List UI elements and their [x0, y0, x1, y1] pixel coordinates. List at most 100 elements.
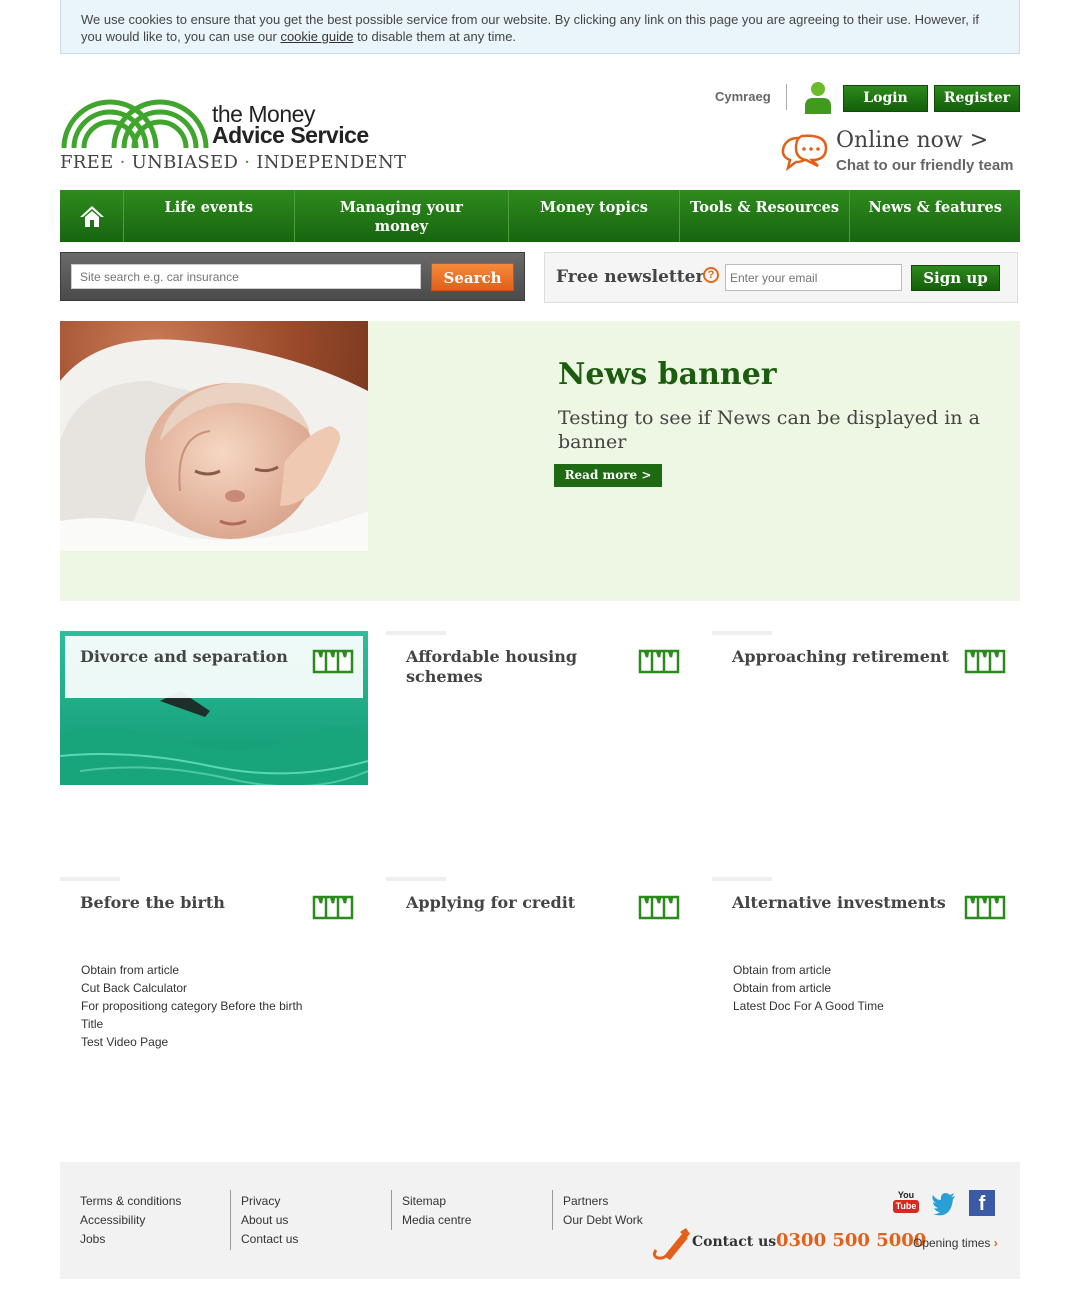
footer-link-contact[interactable]: Contact us: [241, 1230, 298, 1249]
banner-title: News banner: [558, 357, 777, 392]
footer-divider: [230, 1190, 231, 1250]
phone-number[interactable]: 0300 500 5000: [776, 1230, 926, 1251]
nav-money-topics[interactable]: Money topics: [509, 190, 680, 242]
footer-link-sitemap[interactable]: Sitemap: [402, 1192, 471, 1211]
cookie-text-before: We use cookies to ensure that you get th…: [81, 12, 979, 44]
search-button[interactable]: Search: [431, 263, 514, 291]
footer-col-2: Privacy About us Contact us: [241, 1192, 298, 1249]
footer-link-accessibility[interactable]: Accessibility: [80, 1211, 181, 1230]
search-input[interactable]: [71, 264, 421, 289]
footer-link-partners[interactable]: Partners: [563, 1192, 643, 1211]
documents-icon: [638, 649, 680, 674]
brand-name: the Money Advice Service: [212, 103, 369, 148]
documents-icon: [638, 895, 680, 920]
tile-topbar: [386, 877, 446, 881]
tile-divorce[interactable]: Divorce and separation: [60, 631, 368, 785]
tile-link[interactable]: Cut Back Calculator: [81, 979, 302, 997]
language-link[interactable]: Cymraeg: [715, 89, 771, 104]
tile-title[interactable]: Divorce and separation: [80, 647, 300, 667]
rainbow-logo-icon: [61, 99, 209, 149]
search-box: Search: [60, 252, 525, 301]
nav-managing-your-money[interactable]: Managing your money: [295, 190, 510, 242]
register-button[interactable]: Register: [934, 85, 1020, 112]
tile-applying-for-credit[interactable]: Applying for credit: [386, 877, 694, 1057]
news-banner: News banner Testing to see if News can b…: [60, 321, 1020, 601]
footer-col-3: Sitemap Media centre: [402, 1192, 471, 1230]
tagline-dot: ·: [119, 152, 126, 173]
opening-times-label: Opening times: [913, 1236, 991, 1250]
footer-link-jobs[interactable]: Jobs: [80, 1230, 181, 1249]
tile-link[interactable]: Obtain from article: [81, 961, 302, 979]
main-nav: Life events Managing your money Money to…: [60, 190, 1020, 242]
site-logo[interactable]: the Money Advice Service FREE · UNBIASED…: [60, 96, 406, 176]
nav-news-features[interactable]: News & features: [850, 190, 1020, 242]
nav-tools-resources[interactable]: Tools & Resources: [680, 190, 851, 242]
documents-icon: [312, 895, 354, 920]
tile-title[interactable]: Applying for credit: [406, 893, 626, 913]
footer-col-4: Partners Our Debt Work: [563, 1192, 643, 1230]
tile-topbar: [712, 631, 772, 635]
tagline-independent: INDEPENDENT: [256, 152, 407, 173]
tile-title[interactable]: Affordable housing schemes: [406, 647, 626, 687]
twitter-icon[interactable]: [931, 1190, 957, 1216]
chevron-right-icon: ›: [993, 1236, 998, 1250]
footer-link-media[interactable]: Media centre: [402, 1211, 471, 1230]
footer-link-debt-work[interactable]: Our Debt Work: [563, 1211, 643, 1230]
tagline: FREE · UNBIASED · INDEPENDENT: [60, 152, 406, 173]
tagline-dot: ·: [244, 152, 251, 173]
signup-button[interactable]: Sign up: [911, 265, 1000, 291]
tile-before-the-birth[interactable]: Before the birth Obtain from article Cut…: [60, 877, 368, 1057]
read-more-button[interactable]: Read more >: [554, 464, 662, 487]
footer-link-terms[interactable]: Terms & conditions: [80, 1192, 181, 1211]
youtube-tube-text: Tube: [893, 1200, 919, 1213]
banner-photo: [60, 321, 368, 551]
tile-link[interactable]: Obtain from article: [733, 961, 884, 979]
facebook-icon[interactable]: f: [969, 1190, 995, 1216]
nav-home[interactable]: [60, 190, 124, 242]
cookie-notice: We use cookies to ensure that you get th…: [60, 0, 1020, 54]
user-icon: [805, 82, 831, 114]
home-icon: [79, 206, 104, 227]
newsletter-email-input[interactable]: [725, 264, 902, 291]
youtube-icon[interactable]: You Tube: [893, 1190, 919, 1216]
nav-life-events[interactable]: Life events: [124, 190, 295, 242]
baby-image: [60, 321, 368, 551]
tagline-free: FREE: [60, 152, 114, 173]
cookie-guide-link[interactable]: cookie guide: [280, 29, 353, 44]
brand-line-2: Advice Service: [212, 122, 369, 148]
tagline-unbiased: UNBIASED: [131, 152, 239, 173]
tile-title[interactable]: Alternative investments: [732, 893, 952, 913]
footer-link-privacy[interactable]: Privacy: [241, 1192, 298, 1211]
footer-link-about[interactable]: About us: [241, 1211, 298, 1230]
tile-link[interactable]: Test Video Page: [81, 1033, 302, 1051]
footer-col-1: Terms & conditions Accessibility Jobs: [80, 1192, 181, 1249]
tile-topbar: [60, 877, 120, 881]
banner-text: Testing to see if News can be displayed …: [558, 407, 980, 453]
online-now-link[interactable]: Online now >: [836, 128, 988, 153]
help-icon[interactable]: ?: [703, 267, 719, 283]
footer-divider: [552, 1190, 553, 1230]
chat-subtitle[interactable]: Chat to our friendly team: [836, 157, 1014, 174]
cookie-text-after: to disable them at any time.: [353, 29, 517, 44]
documents-icon: [964, 649, 1006, 674]
tile-title[interactable]: Approaching retirement: [732, 647, 952, 667]
newsletter-box: Free newsletter ? Sign up: [544, 252, 1018, 303]
phone-icon: [652, 1228, 690, 1260]
tile-links: Obtain from article Obtain from article …: [733, 961, 884, 1015]
newsletter-label: Free newsletter: [556, 267, 705, 287]
tile-link[interactable]: Title: [81, 1015, 302, 1033]
contact-us-label: Contact us: [692, 1234, 777, 1250]
documents-icon: [964, 895, 1006, 920]
divider: [786, 84, 787, 110]
opening-times-link[interactable]: Opening times ›: [913, 1236, 998, 1250]
tile-title[interactable]: Before the birth: [80, 893, 300, 913]
tile-links: Obtain from article Cut Back Calculator …: [81, 961, 302, 1051]
tile-link[interactable]: Latest Doc For A Good Time: [733, 997, 884, 1015]
tile-affordable-housing[interactable]: Affordable housing schemes: [386, 631, 694, 785]
login-button[interactable]: Login: [843, 85, 928, 112]
tile-alternative-investments[interactable]: Alternative investments Obtain from arti…: [712, 877, 1020, 1057]
tile-link[interactable]: Obtain from article: [733, 979, 884, 997]
tile-link[interactable]: For propositiong category Before the bir…: [81, 997, 302, 1015]
tile-approaching-retirement[interactable]: Approaching retirement: [712, 631, 1020, 785]
chat-icon: [781, 134, 828, 172]
